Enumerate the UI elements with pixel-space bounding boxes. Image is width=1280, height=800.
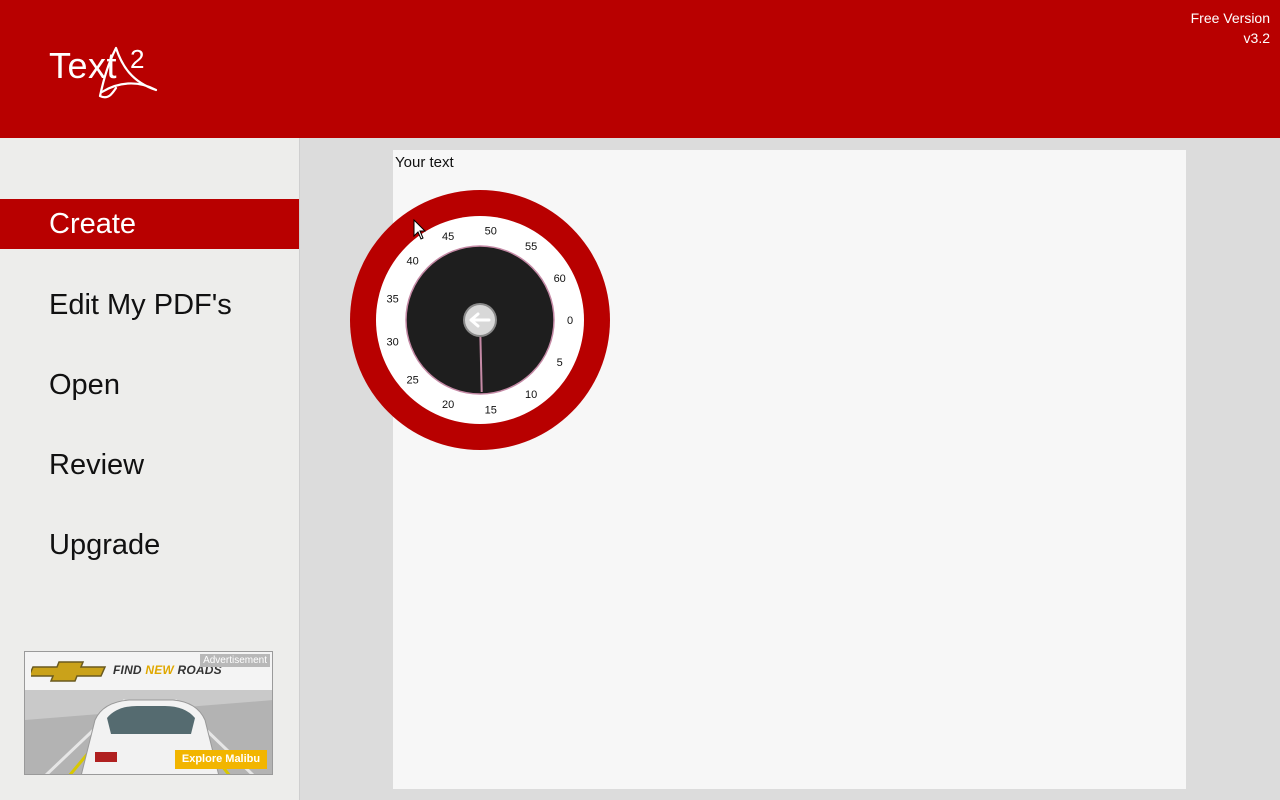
ad-label: Advertisement [200,654,270,667]
sidebar: Create Edit My PDF's Open Review Upgrade… [0,138,300,800]
mouse-cursor-icon [413,219,427,240]
dial-tick-label[interactable]: 35 [386,294,398,306]
dial-tick-label[interactable]: 10 [525,389,537,401]
version-info: Free Version v3.2 [1191,8,1270,48]
edition-label: Free Version [1190,10,1270,26]
acrobat-logo-icon: 2 [98,44,158,99]
nav-open[interactable]: Open [0,360,299,410]
chevrolet-bowtie-icon [31,661,107,682]
dial-tick-label[interactable]: 55 [525,241,537,253]
minute-dial[interactable]: 0 5 10 15 20 25 30 35 40 45 50 55 60 [350,190,610,450]
back-button[interactable] [463,303,497,337]
dial-tick-label[interactable]: 30 [386,337,398,349]
dial-tick-label[interactable]: 50 [485,226,497,238]
dial-tick-label[interactable]: 15 [485,404,497,416]
nav-edit-my-pdfs[interactable]: Edit My PDF's [0,280,299,330]
dial-tick-label[interactable]: 25 [406,375,418,387]
dial-tick-label[interactable]: 20 [442,399,454,411]
ad-top-strip: FIND NEW ROADS Advertisement [25,652,272,690]
dial-tick-label[interactable]: 45 [442,231,454,243]
nav-create[interactable]: Create [0,199,299,249]
version-label: v3.2 [1243,30,1270,46]
ad-cta-button[interactable]: Explore Malibu [175,750,267,769]
dial-tick-label[interactable]: 60 [554,273,566,285]
app-header: Text 2 Free Version v3.2 [0,0,1280,138]
dial-tick-label[interactable]: 5 [557,357,563,369]
advertisement-banner[interactable]: FIND NEW ROADS Advertisement Explore Mal… [24,651,273,775]
canvas-text[interactable]: Your text [395,154,454,171]
dial-tick-label[interactable]: 0 [567,315,573,327]
dial-hand[interactable] [479,336,483,393]
nav-upgrade[interactable]: Upgrade [0,520,299,570]
logo-superscript: 2 [130,44,144,74]
nav-review[interactable]: Review [0,440,299,490]
dial-tick-label[interactable]: 40 [406,255,418,267]
